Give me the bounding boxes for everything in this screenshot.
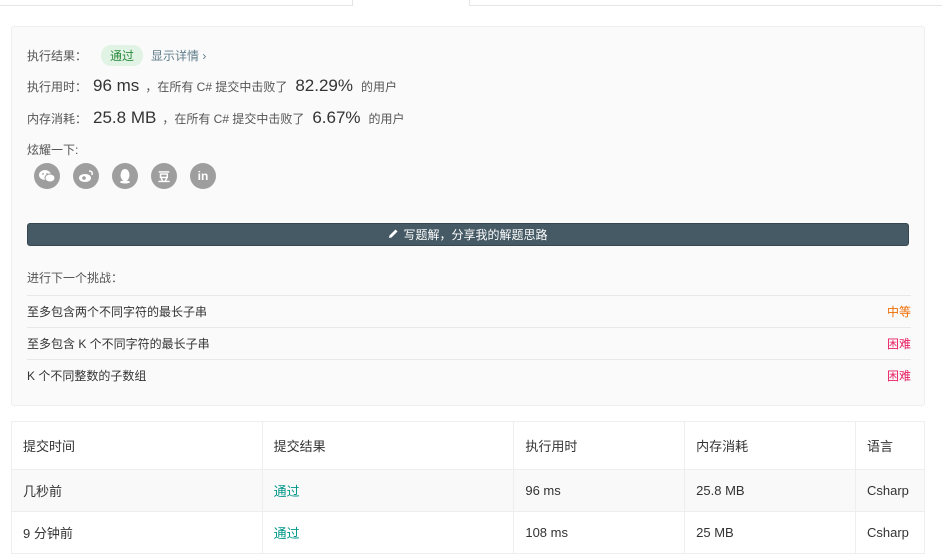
show-details-link[interactable]: 显示详情 › — [151, 47, 206, 64]
wechat-icon[interactable] — [34, 163, 60, 189]
result-row: 执行结果： 通过 显示详情 › — [27, 45, 206, 66]
memory-value: 25.8 MB — [93, 108, 157, 127]
problem-title[interactable]: K 个不同整数的子数组 — [27, 367, 146, 384]
memory-percent: 6.67% — [312, 108, 361, 127]
header-submit-time[interactable]: 提交时间 — [11, 421, 263, 470]
tab-strip — [0, 0, 942, 6]
difficulty-badge: 困难 — [886, 337, 911, 351]
problem-title[interactable]: 至多包含两个不同字符的最长子串 — [27, 303, 207, 320]
problem-title[interactable]: 至多包含 K 个不同字符的最长子串 — [27, 335, 210, 352]
share-icons: 豆 in — [34, 163, 216, 189]
next-problem-item[interactable]: K 个不同整数的子数组 困难 — [27, 359, 911, 391]
difficulty-badge: 中等 — [886, 305, 911, 319]
cell-memory: 25.8 MB — [684, 469, 856, 512]
result-label: 执行结果： — [27, 49, 88, 63]
memory-label: 内存消耗： — [27, 111, 88, 126]
header-runtime[interactable]: 执行用时 — [513, 421, 686, 470]
runtime-row: 执行用时： 96 ms ，在所有 C# 提交中击败了 82.29% 的用户 — [27, 76, 397, 96]
result-panel: 执行结果： 通过 显示详情 › 执行用时： 96 ms ，在所有 C# 提交中击… — [11, 26, 925, 406]
next-challenge-label: 进行下一个挑战： — [27, 271, 124, 285]
write-solution-label: 写题解，分享我的解题思路 — [403, 228, 548, 242]
next-problem-item[interactable]: 至多包含 K 个不同字符的最长子串 困难 — [27, 327, 911, 359]
pencil-icon — [388, 228, 399, 242]
status-badge: 通过 — [101, 45, 144, 66]
table-header: 提交时间 提交结果 执行用时 内存消耗 语言 — [11, 421, 926, 470]
cell-time: 9 分钟前 — [11, 511, 263, 554]
runtime-label: 执行用时： — [27, 79, 88, 94]
submissions-table: 提交时间 提交结果 执行用时 内存消耗 语言 几秒前 通过 96 ms 25.8… — [11, 421, 926, 554]
douban-icon[interactable]: 豆 — [151, 163, 177, 189]
cell-runtime: 108 ms — [513, 511, 686, 554]
cell-language: Csharp — [854, 511, 926, 554]
runtime-mid: ，在所有 C# 提交中击败了 — [145, 79, 288, 94]
table-row: 几秒前 通过 96 ms 25.8 MB Csharp — [11, 469, 926, 512]
cell-time: 几秒前 — [11, 469, 263, 512]
cell-result-link[interactable]: 通过 — [261, 469, 515, 512]
memory-tail: 的用户 — [368, 111, 405, 126]
cell-language: Csharp — [854, 469, 926, 512]
cell-memory: 25 MB — [684, 511, 856, 554]
header-submit-result[interactable]: 提交结果 — [261, 421, 515, 470]
memory-mid: ，在所有 C# 提交中击败了 — [162, 111, 305, 126]
tab-divider — [0, 5, 352, 6]
cell-runtime: 96 ms — [513, 469, 686, 512]
cell-result-link[interactable]: 通过 — [261, 511, 515, 554]
tab-divider — [470, 5, 942, 6]
next-problem-item[interactable]: 至多包含两个不同字符的最长子串 中等 — [27, 295, 911, 327]
runtime-percent: 82.29% — [295, 76, 353, 95]
header-memory[interactable]: 内存消耗 — [684, 421, 856, 470]
header-language[interactable]: 语言 — [854, 421, 926, 470]
runtime-value: 96 ms — [93, 76, 140, 95]
qq-icon[interactable] — [112, 163, 138, 189]
linkedin-icon[interactable]: in — [190, 163, 216, 189]
difficulty-badge: 困难 — [886, 369, 911, 383]
memory-row: 内存消耗： 25.8 MB ，在所有 C# 提交中击败了 6.67% 的用户 — [27, 108, 405, 128]
runtime-tail: 的用户 — [361, 79, 398, 94]
write-solution-button[interactable]: 写题解，分享我的解题思路 — [27, 223, 909, 246]
tab-active[interactable] — [352, 0, 470, 6]
share-label: 炫耀一下: — [27, 143, 79, 157]
weibo-icon[interactable] — [73, 163, 99, 189]
table-row: 9 分钟前 通过 108 ms 25 MB Csharp — [11, 511, 926, 554]
